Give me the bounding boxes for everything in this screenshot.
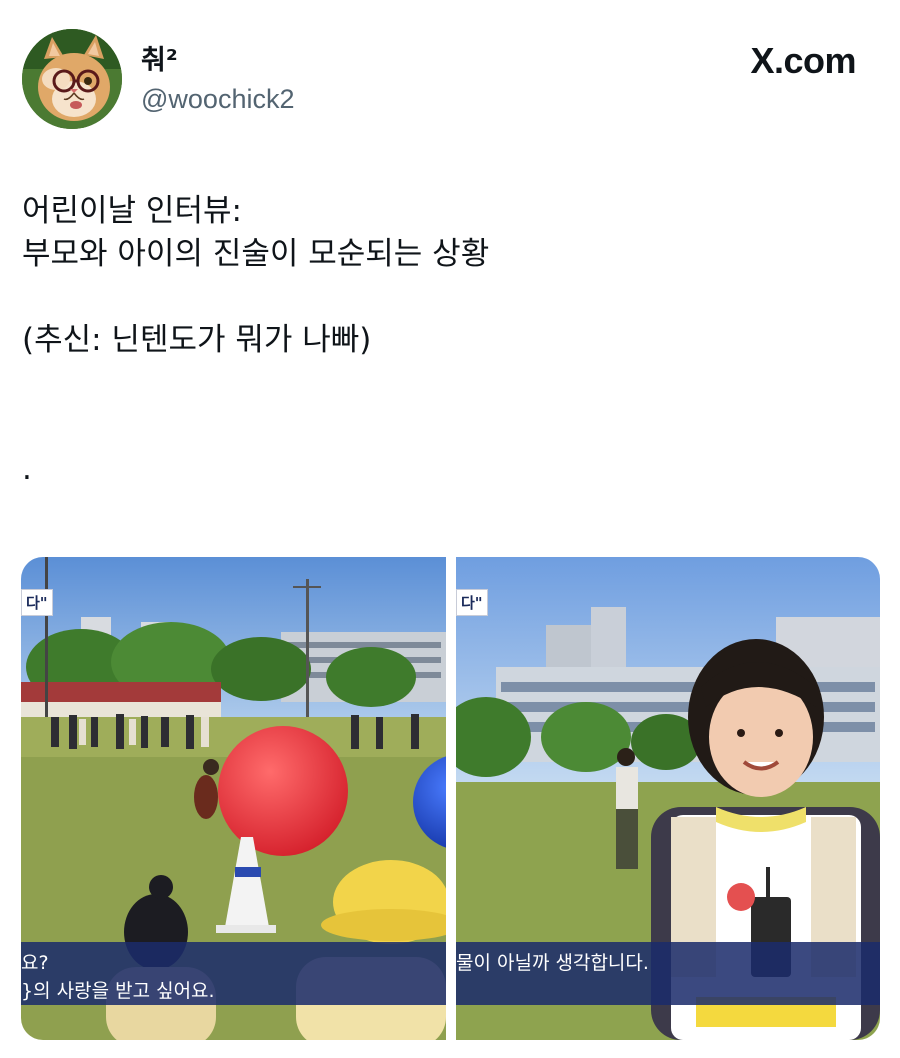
media-image-right[interactable]: 다" 물이 아닐까 생각합니다.: [456, 557, 880, 1040]
tweet-line: .: [22, 451, 32, 487]
tweet-text: 어린이날 인터뷰: 부모와 아이의 진술이 모순되는 상황 (추신: 닌텐도가 …: [22, 190, 872, 491]
author-display-name[interactable]: 춰²: [141, 38, 178, 77]
tweet-line: 부모와 아이의 진술이 모순되는 상황: [22, 236, 490, 272]
caption-line: }의 사랑을 받고 싶어요.: [21, 980, 215, 1002]
caption-line: 물이 아닐까 생각합니다.: [456, 952, 649, 974]
tweet-line: 어린이날 인터뷰:: [22, 193, 242, 229]
news-badge: 다": [21, 589, 53, 616]
avatar[interactable]: [22, 29, 122, 129]
tweet-line: [22, 362, 872, 405]
news-caption-bar: 요? }의 사랑을 받고 싶어요.: [21, 942, 446, 1005]
tweet-line: (추신: 닌텐도가 뭐가 나빠): [22, 322, 372, 358]
media-image-left[interactable]: 다" 요? }의 사랑을 받고 싶어요.: [21, 557, 446, 1040]
author-handle[interactable]: @woochick2: [141, 84, 294, 115]
news-caption-bar: 물이 아닐까 생각합니다.: [456, 942, 880, 1005]
caption-line: 요?: [21, 952, 49, 974]
site-brand[interactable]: X.com: [750, 40, 856, 82]
kitten-with-glasses-avatar-icon: [22, 29, 122, 129]
tweet-line: [22, 276, 872, 319]
news-badge: 다": [456, 589, 488, 616]
tweet-media[interactable]: 다" 요? }의 사랑을 받고 싶어요. 다" 물이 아닐까 생각합니다.: [21, 557, 880, 1040]
